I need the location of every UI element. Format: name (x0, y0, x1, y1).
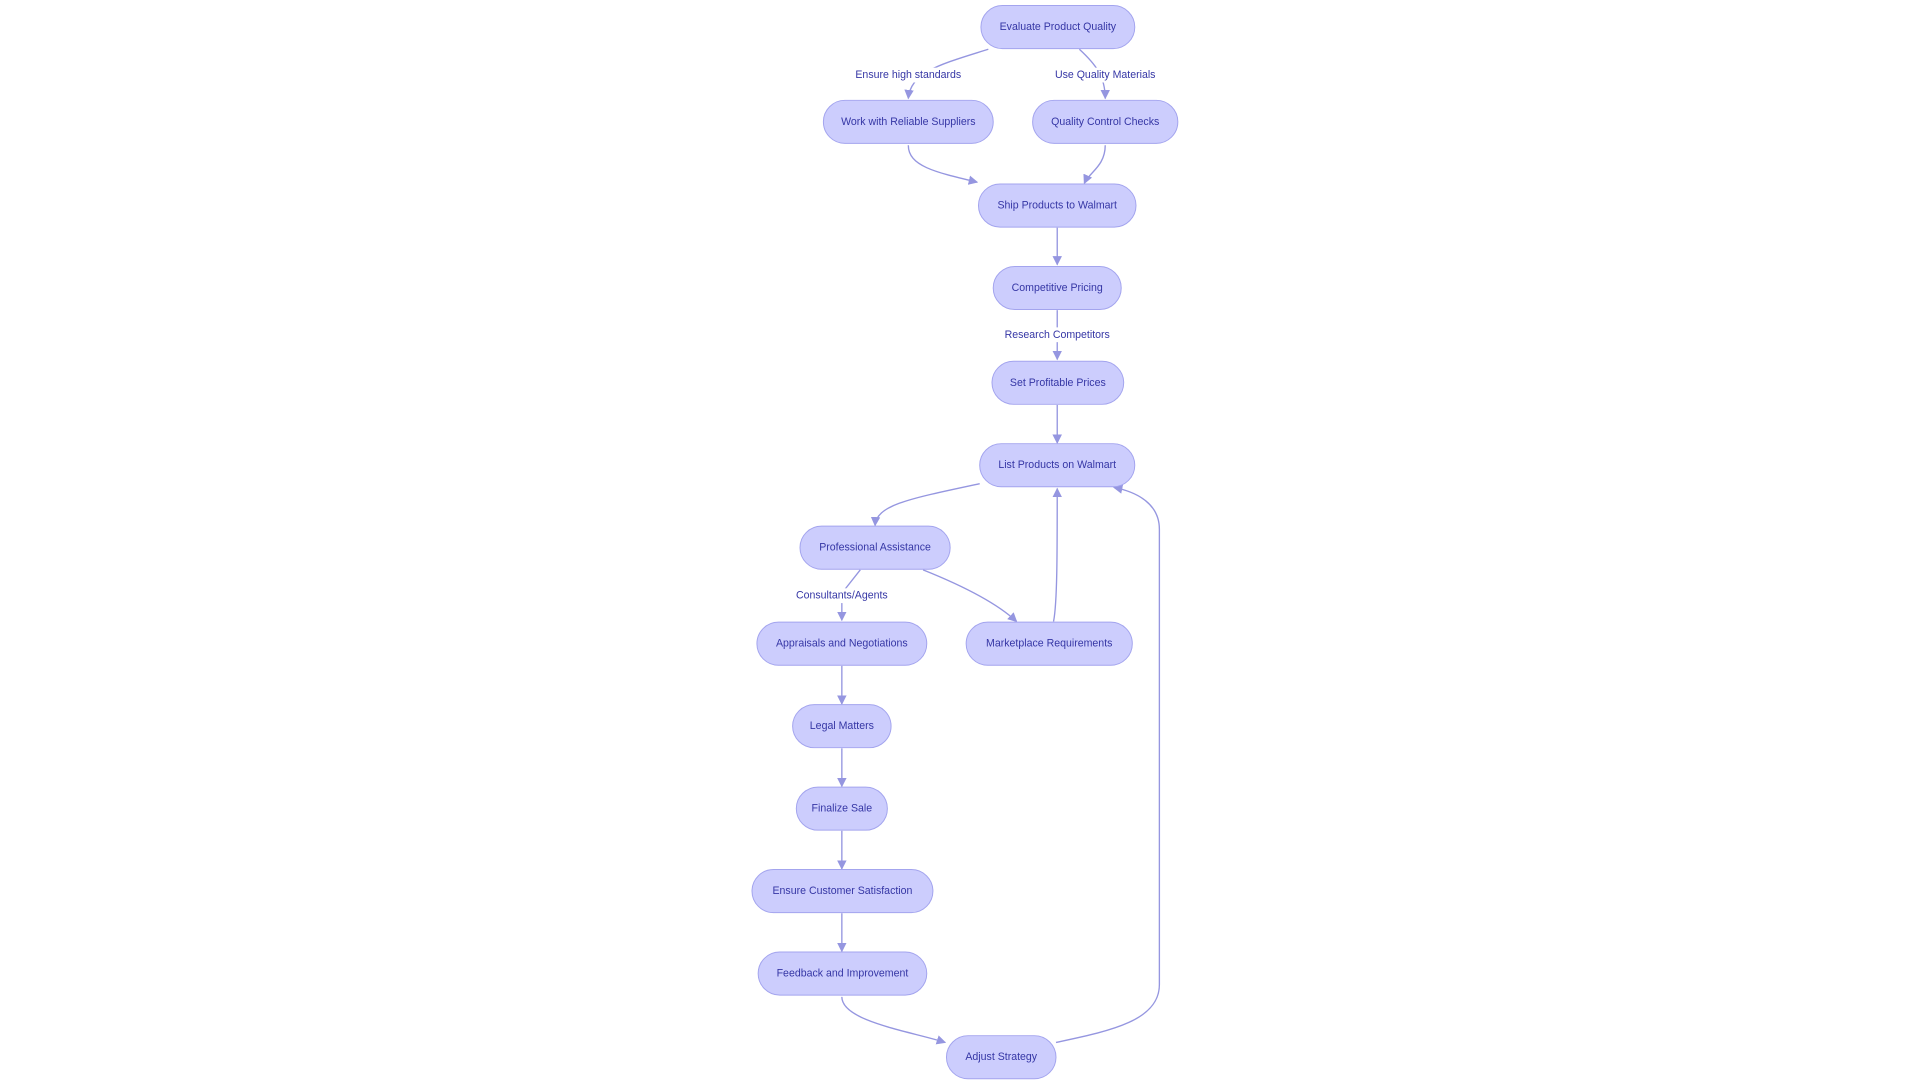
node-label: Quality Control Checks (1051, 116, 1159, 128)
edge-label-ensure-high-standards: Ensure high standards (851, 67, 965, 83)
node-label: Adjust Strategy (965, 1051, 1037, 1063)
node-legal-matters: Legal Matters (792, 704, 892, 749)
edge-marketplace-to-list (1052, 487, 1062, 622)
svg-text:Ensure high standards: Ensure high standards (855, 69, 961, 81)
node-ship-products-to-walmart: Ship Products to Walmart (977, 183, 1137, 228)
node-feedback-and-improvement: Feedback and Improvement (757, 951, 928, 996)
node-label: List Products on Walmart (998, 459, 1116, 471)
node-label: Professional Assistance (819, 542, 931, 554)
node-label: Ensure Customer Satisfaction (772, 885, 912, 897)
node-list-products-on-walmart: List Products on Walmart (979, 443, 1136, 488)
node-label: Marketplace Requirements (986, 638, 1112, 650)
node-label: Ship Products to Walmart (997, 200, 1117, 212)
node-work-with-reliable-suppliers: Work with Reliable Suppliers (822, 99, 994, 144)
node-set-profitable-prices: Set Profitable Prices (991, 360, 1125, 405)
node-quality-control-checks: Quality Control Checks (1032, 99, 1179, 144)
node-competitive-pricing: Competitive Pricing (992, 265, 1122, 311)
node-label: Legal Matters (810, 720, 874, 732)
flowchart: Ensure high standards Use Quality Materi… (751, 5, 1179, 1080)
edge-adjust-to-list (1055, 484, 1161, 1044)
node-label: Feedback and Improvement (777, 968, 909, 980)
node-ensure-customer-satisfaction: Ensure Customer Satisfaction (751, 869, 934, 914)
edge-professional-to-marketplace (922, 569, 1018, 623)
edge-label-consultants-agents: Consultants/Agents (790, 588, 894, 604)
node-adjust-strategy: Adjust Strategy (945, 1035, 1057, 1080)
node-label: Finalize Sale (812, 803, 873, 815)
edge-list-to-professional (870, 483, 980, 527)
node-label: Competitive Pricing (1012, 282, 1103, 294)
node-appraisals-and-negotiations: Appraisals and Negotiations (756, 621, 928, 666)
node-marketplace-requirements: Marketplace Requirements (965, 621, 1133, 666)
node-finalize-sale: Finalize Sale (795, 786, 888, 831)
node-evaluate-product-quality: Evaluate Product Quality (980, 5, 1136, 50)
node-label: Evaluate Product Quality (1000, 21, 1117, 33)
node-label: Set Profitable Prices (1010, 377, 1106, 389)
node-label: Appraisals and Negotiations (776, 638, 908, 650)
svg-text:Research Competitors: Research Competitors (1005, 329, 1110, 341)
edge-label-research-competitors: Research Competitors (999, 327, 1116, 343)
svg-text:Consultants/Agents: Consultants/Agents (796, 590, 888, 602)
node-professional-assistance: Professional Assistance (799, 525, 951, 570)
edge-feedback-to-adjust (841, 996, 947, 1045)
edge-quality-checks-to-ship (1083, 145, 1106, 185)
node-label: Work with Reliable Suppliers (841, 116, 975, 128)
edge-label-use-quality-materials: Use Quality Materials (1049, 67, 1161, 83)
svg-text:Use Quality Materials: Use Quality Materials (1055, 69, 1156, 81)
edge-suppliers-to-ship (907, 145, 979, 185)
